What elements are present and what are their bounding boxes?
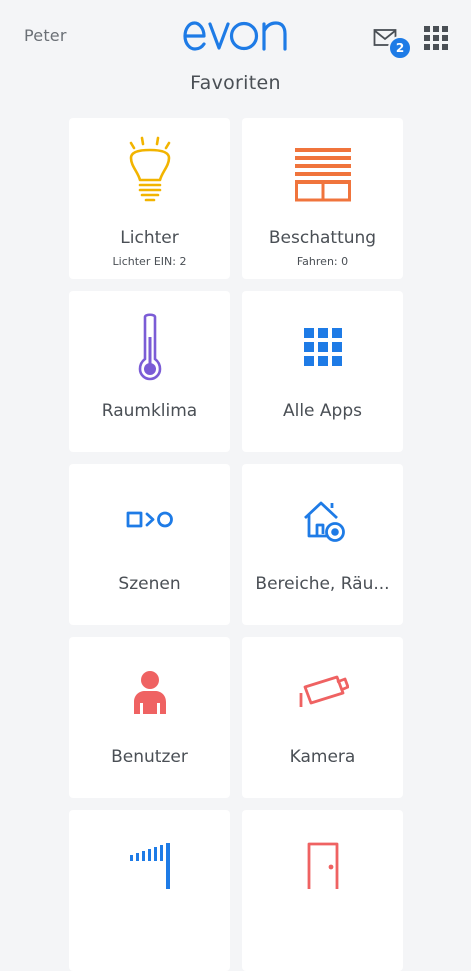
door-icon bbox=[307, 842, 338, 889]
user-name[interactable]: Peter bbox=[24, 26, 67, 45]
tile-bereiche-raeume[interactable]: Bereiche, Räu... bbox=[242, 464, 403, 625]
tile-signal[interactable] bbox=[69, 810, 230, 971]
house-icon bbox=[303, 501, 345, 542]
tile-label: Bereiche, Räu... bbox=[255, 574, 390, 594]
tile-label: Raumklima bbox=[101, 401, 198, 421]
tile-door[interactable] bbox=[242, 810, 403, 971]
person-icon bbox=[133, 671, 166, 714]
tile-kamera[interactable]: Kamera bbox=[242, 637, 403, 798]
tile-benutzer[interactable]: Benutzer bbox=[69, 637, 230, 798]
light-bulb-icon bbox=[129, 136, 170, 202]
tile-status: Fahren: 0 bbox=[296, 255, 349, 268]
tile-lichter[interactable]: Lichter Lichter EIN: 2 bbox=[69, 118, 230, 279]
tile-status: Lichter EIN: 2 bbox=[112, 255, 187, 268]
camera-icon bbox=[299, 675, 349, 707]
blinds-icon bbox=[294, 148, 351, 202]
tile-alle-apps[interactable]: Alle Apps bbox=[242, 291, 403, 452]
tile-beschattung[interactable]: Beschattung Fahren: 0 bbox=[242, 118, 403, 279]
messages-button[interactable]: 2 bbox=[373, 28, 412, 60]
signal-icon bbox=[129, 843, 170, 889]
apps-menu-icon[interactable] bbox=[424, 26, 448, 50]
grid-icon bbox=[303, 328, 342, 366]
tile-szenen[interactable]: Szenen bbox=[69, 464, 230, 625]
page-title: Favoriten bbox=[190, 72, 281, 94]
top-bar: Peter 2 Favoriten bbox=[0, 0, 471, 110]
tile-label: Benutzer bbox=[111, 747, 188, 767]
tile-label: Beschattung bbox=[268, 228, 377, 248]
tile-label: Szenen bbox=[118, 574, 181, 594]
evon-logo bbox=[183, 21, 287, 51]
tile-label: Kamera bbox=[289, 747, 356, 767]
tile-raumklima[interactable]: Raumklima bbox=[69, 291, 230, 452]
tile-label: Lichter bbox=[120, 228, 179, 248]
unread-badge: 2 bbox=[388, 36, 412, 60]
thermometer-icon bbox=[138, 313, 161, 381]
tile-label: Alle Apps bbox=[282, 401, 362, 421]
scene-icon bbox=[126, 511, 173, 528]
